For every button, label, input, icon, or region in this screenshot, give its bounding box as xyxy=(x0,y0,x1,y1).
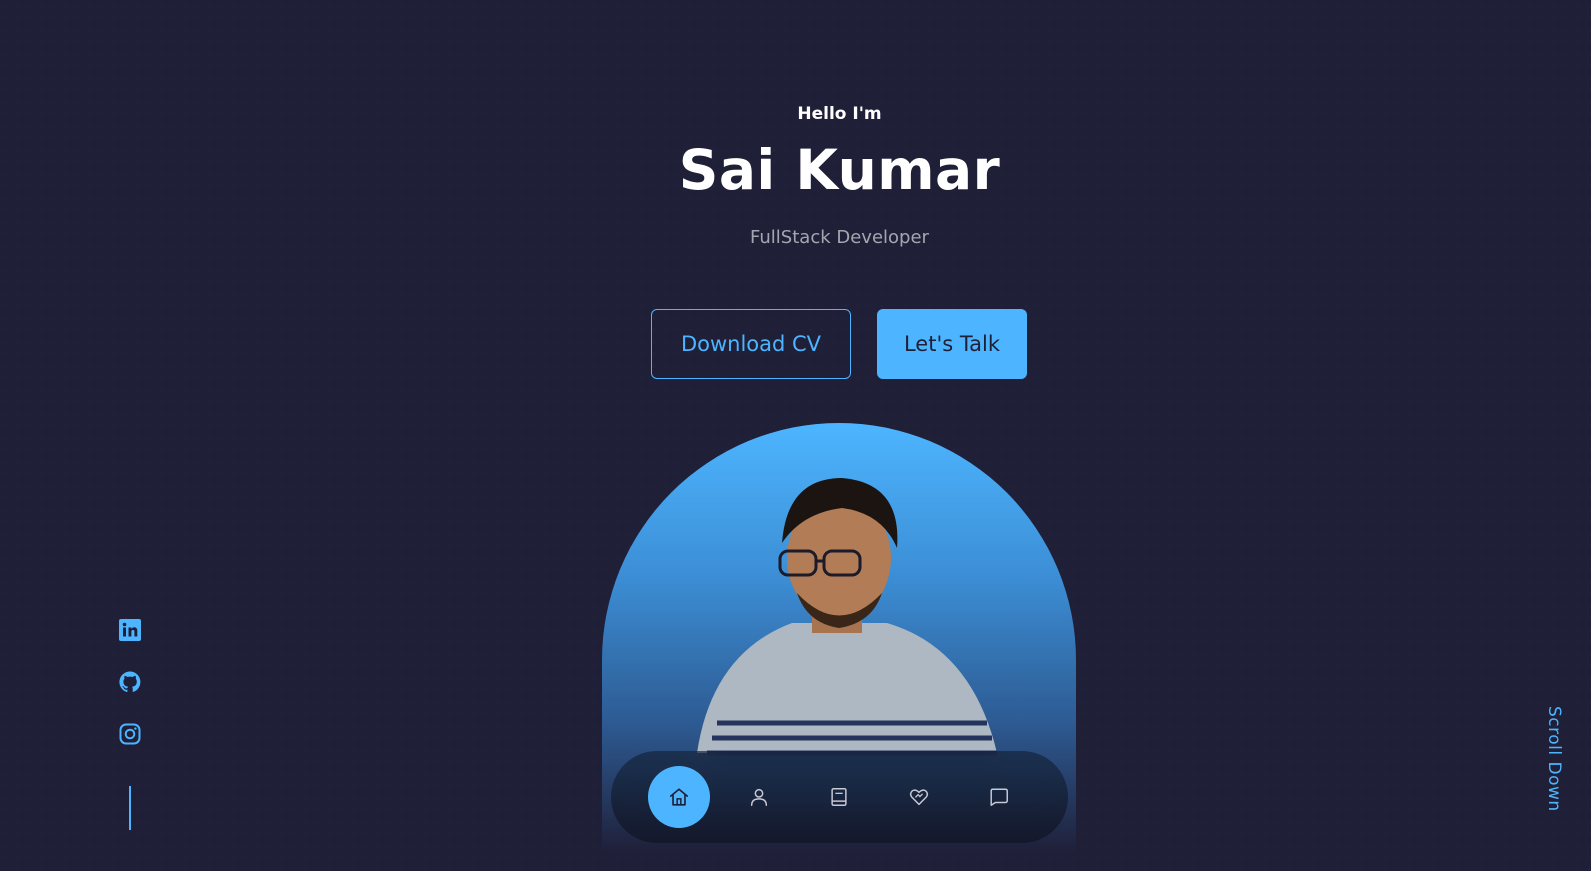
social-divider-line xyxy=(128,786,131,830)
linkedin-icon[interactable] xyxy=(118,618,142,642)
github-icon[interactable] xyxy=(118,670,142,694)
nav-experience[interactable] xyxy=(808,766,870,828)
nav-services[interactable] xyxy=(888,766,950,828)
bottom-nav xyxy=(611,751,1068,843)
services-icon xyxy=(909,789,929,806)
home-icon xyxy=(669,788,689,806)
nav-contact[interactable] xyxy=(968,766,1030,828)
scroll-down-link[interactable]: Scroll Down xyxy=(1540,706,1564,818)
instagram-icon[interactable] xyxy=(118,722,142,746)
nav-about[interactable] xyxy=(728,766,790,828)
social-links xyxy=(117,618,142,830)
lets-talk-button[interactable]: Let's Talk xyxy=(877,309,1027,379)
book-icon xyxy=(831,788,847,806)
nav-home[interactable] xyxy=(648,766,710,828)
hero-role: FullStack Developer xyxy=(750,227,929,248)
hero-section: Hello I'm Sai Kumar FullStack Developer … xyxy=(0,0,1591,871)
greeting-text: Hello I'm xyxy=(797,104,882,124)
message-icon xyxy=(990,788,1008,806)
user-icon xyxy=(750,788,768,806)
download-cv-button[interactable]: Download CV xyxy=(651,309,851,379)
hero-name: Sai Kumar xyxy=(678,138,1001,202)
